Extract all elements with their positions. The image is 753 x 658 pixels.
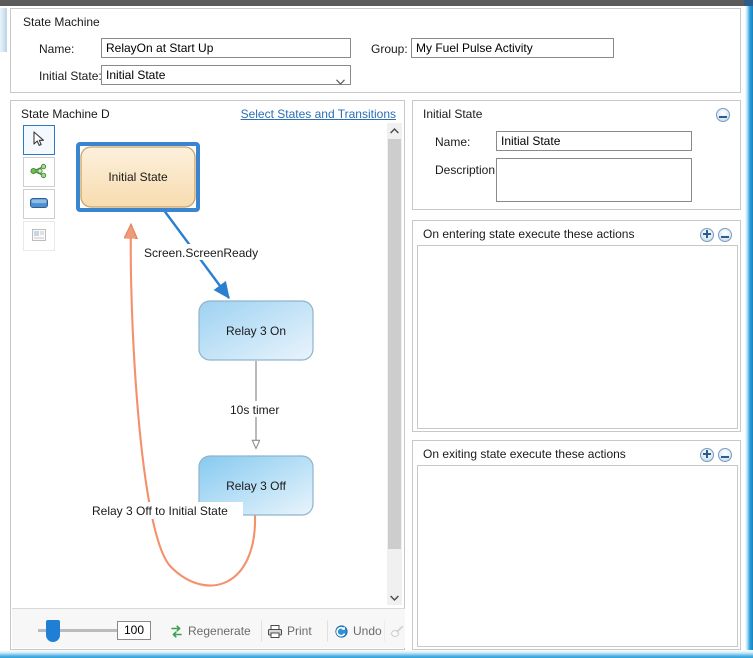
entering-actions-list[interactable] bbox=[417, 245, 738, 429]
left-edge-accent bbox=[0, 8, 7, 52]
state-tool-button[interactable] bbox=[23, 189, 55, 219]
regenerate-button[interactable]: Regenerate bbox=[162, 620, 257, 642]
transition-tool-button[interactable] bbox=[23, 157, 55, 187]
plus-icon bbox=[703, 449, 711, 461]
exiting-actions-list[interactable] bbox=[417, 465, 738, 647]
minus-icon bbox=[719, 110, 727, 121]
regenerate-icon bbox=[168, 623, 184, 639]
cursor-icon bbox=[32, 130, 46, 150]
printer-icon bbox=[267, 623, 283, 639]
edge-label-text: Screen.ScreenReady bbox=[144, 246, 258, 260]
diagram-panel-title: State Machine D bbox=[21, 107, 110, 121]
regenerate-label: Regenerate bbox=[188, 624, 251, 638]
group-input[interactable]: My Fuel Pulse Activity bbox=[411, 38, 614, 58]
right-edge-scroll-accent[interactable] bbox=[745, 6, 753, 650]
zoom-value-input[interactable]: 100 bbox=[117, 621, 151, 640]
note-tool-button[interactable] bbox=[23, 221, 55, 251]
document-icon bbox=[31, 228, 47, 245]
scrollbar-thumb[interactable] bbox=[388, 139, 401, 549]
state-properties-groupbox: Initial State Name: Initial State Descri… bbox=[412, 100, 741, 210]
print-label: Print bbox=[287, 624, 312, 638]
edge-label-10s-timer: 10s timer bbox=[228, 401, 286, 417]
state-node-initial-state[interactable]: Initial State bbox=[76, 142, 200, 212]
plus-icon bbox=[703, 229, 711, 241]
initial-state-selected-value: Initial State bbox=[106, 68, 166, 82]
state-diagram-svg: Initial State Relay 3 On Relay 3 Off Scr… bbox=[76, 142, 314, 587]
on-entering-actions-groupbox: On entering state execute these actions bbox=[412, 220, 741, 432]
state-node-label: Relay 3 On bbox=[226, 324, 286, 338]
on-exiting-actions-groupbox: On exiting state execute these actions bbox=[412, 440, 741, 650]
edge-label-screen-ready: Screen.ScreenReady bbox=[142, 244, 258, 260]
erase-button[interactable] bbox=[384, 620, 406, 642]
add-exiting-action-button[interactable] bbox=[700, 448, 714, 462]
edge-label-text: Relay 3 Off to Initial State bbox=[92, 504, 228, 518]
diagram-toolbar: 100 Regenerate Print Undo bbox=[12, 608, 405, 648]
state-box-icon bbox=[29, 196, 49, 213]
state-description-label: Description: bbox=[435, 163, 499, 177]
diagram-groupbox: State Machine D Select States and Transi… bbox=[10, 100, 405, 650]
minus-icon bbox=[721, 230, 729, 241]
minus-icon bbox=[721, 450, 729, 461]
diagram-vertical-scrollbar[interactable] bbox=[387, 123, 402, 605]
pointer-tool-button[interactable] bbox=[23, 125, 55, 155]
remove-exiting-action-button[interactable] bbox=[718, 448, 732, 462]
state-name-label: Name: bbox=[435, 135, 471, 149]
transition-icon bbox=[30, 163, 48, 182]
print-button[interactable]: Print bbox=[261, 620, 318, 642]
initial-state-combobox[interactable]: Initial State bbox=[101, 65, 351, 85]
undo-icon bbox=[333, 623, 349, 639]
state-machine-group-title: State Machine bbox=[23, 15, 100, 29]
on-entering-actions-title: On entering state execute these actions bbox=[423, 227, 635, 241]
undo-label: Undo bbox=[353, 624, 382, 638]
name-label: Name: bbox=[39, 42, 75, 56]
state-node-relay-3-on[interactable]: Relay 3 On bbox=[198, 300, 314, 361]
scroll-up-icon[interactable] bbox=[387, 123, 402, 138]
eraser-icon bbox=[390, 623, 405, 639]
state-node-label: Relay 3 Off bbox=[226, 479, 286, 493]
zoom-slider-thumb[interactable] bbox=[46, 620, 60, 642]
edge-label-text: 10s timer bbox=[230, 403, 279, 417]
state-name-input[interactable]: Initial State bbox=[496, 131, 692, 151]
bottom-edge-accent bbox=[0, 650, 753, 658]
on-exiting-actions-title: On exiting state execute these actions bbox=[423, 447, 626, 461]
app-window: State Machine Name: RelayOn at Start Up … bbox=[0, 0, 753, 658]
title-bar-strip bbox=[0, 0, 753, 6]
state-description-input[interactable] bbox=[496, 158, 692, 202]
chevron-down-icon bbox=[336, 72, 345, 85]
left-edge-rail bbox=[0, 52, 7, 650]
scroll-down-icon[interactable] bbox=[387, 590, 402, 605]
select-states-and-transitions-link[interactable]: Select States and Transitions bbox=[241, 107, 396, 121]
undo-button[interactable]: Undo bbox=[327, 620, 388, 642]
initial-state-label: Initial State: bbox=[39, 69, 102, 83]
state-node-label: Initial State bbox=[108, 170, 168, 184]
state-diagram-canvas[interactable]: Initial State Relay 3 On Relay 3 Off Scr… bbox=[61, 125, 391, 605]
state-properties-title: Initial State bbox=[423, 107, 483, 121]
collapse-state-panel-button[interactable] bbox=[716, 108, 730, 122]
group-label: Group: bbox=[371, 42, 408, 56]
state-machine-groupbox: State Machine Name: RelayOn at Start Up … bbox=[10, 8, 741, 93]
add-entering-action-button[interactable] bbox=[700, 228, 714, 242]
name-input[interactable]: RelayOn at Start Up bbox=[101, 38, 351, 58]
remove-entering-action-button[interactable] bbox=[718, 228, 732, 242]
edge-label-relay3off-to-initial: Relay 3 Off to Initial State bbox=[90, 502, 243, 519]
